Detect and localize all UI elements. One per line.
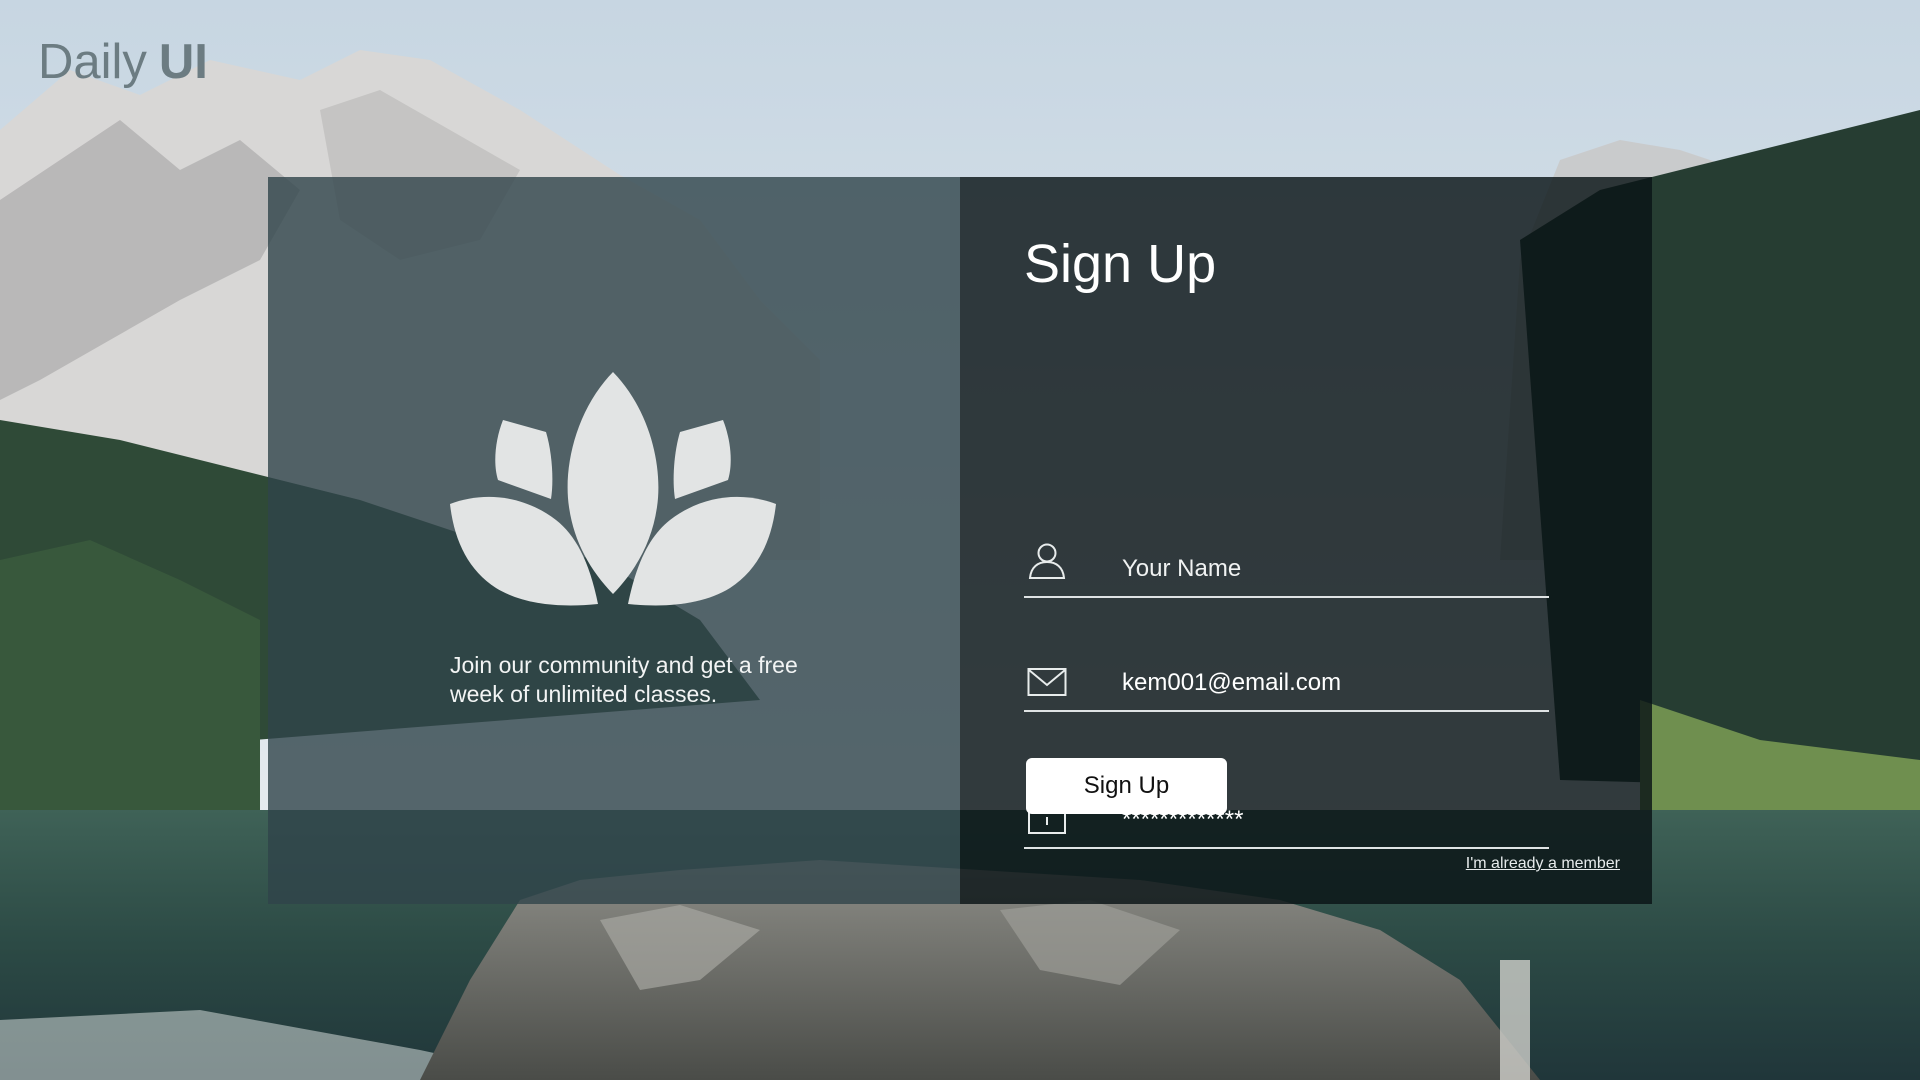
brand-strong: UI	[158, 35, 208, 89]
brand-logo: Daily UI	[38, 34, 208, 90]
mail-icon	[1027, 668, 1067, 696]
promo-tagline: Join our community and get a free week o…	[450, 652, 798, 707]
signup-form-panel: Sign Up Your Name kem001@email.com *****…	[960, 177, 1652, 904]
name-input[interactable]	[1122, 552, 1542, 586]
already-member-link[interactable]: I'm already a member	[1466, 855, 1620, 873]
email-field	[1024, 650, 1549, 712]
signup-submit-button[interactable]: Sign Up	[1026, 758, 1227, 814]
signup-title: Sign Up	[1024, 234, 1217, 294]
email-input[interactable]	[1122, 666, 1542, 700]
signup-card: Join our community and get a free week o…	[268, 177, 1652, 904]
user-icon	[1028, 543, 1066, 579]
page: Daily UI Join our community and get a fre…	[0, 0, 1920, 1080]
lotus-icon	[450, 372, 776, 606]
name-field	[1024, 536, 1549, 598]
promo-panel: Join our community and get a free week o…	[268, 177, 960, 904]
brand-prefix: Daily	[38, 35, 147, 89]
